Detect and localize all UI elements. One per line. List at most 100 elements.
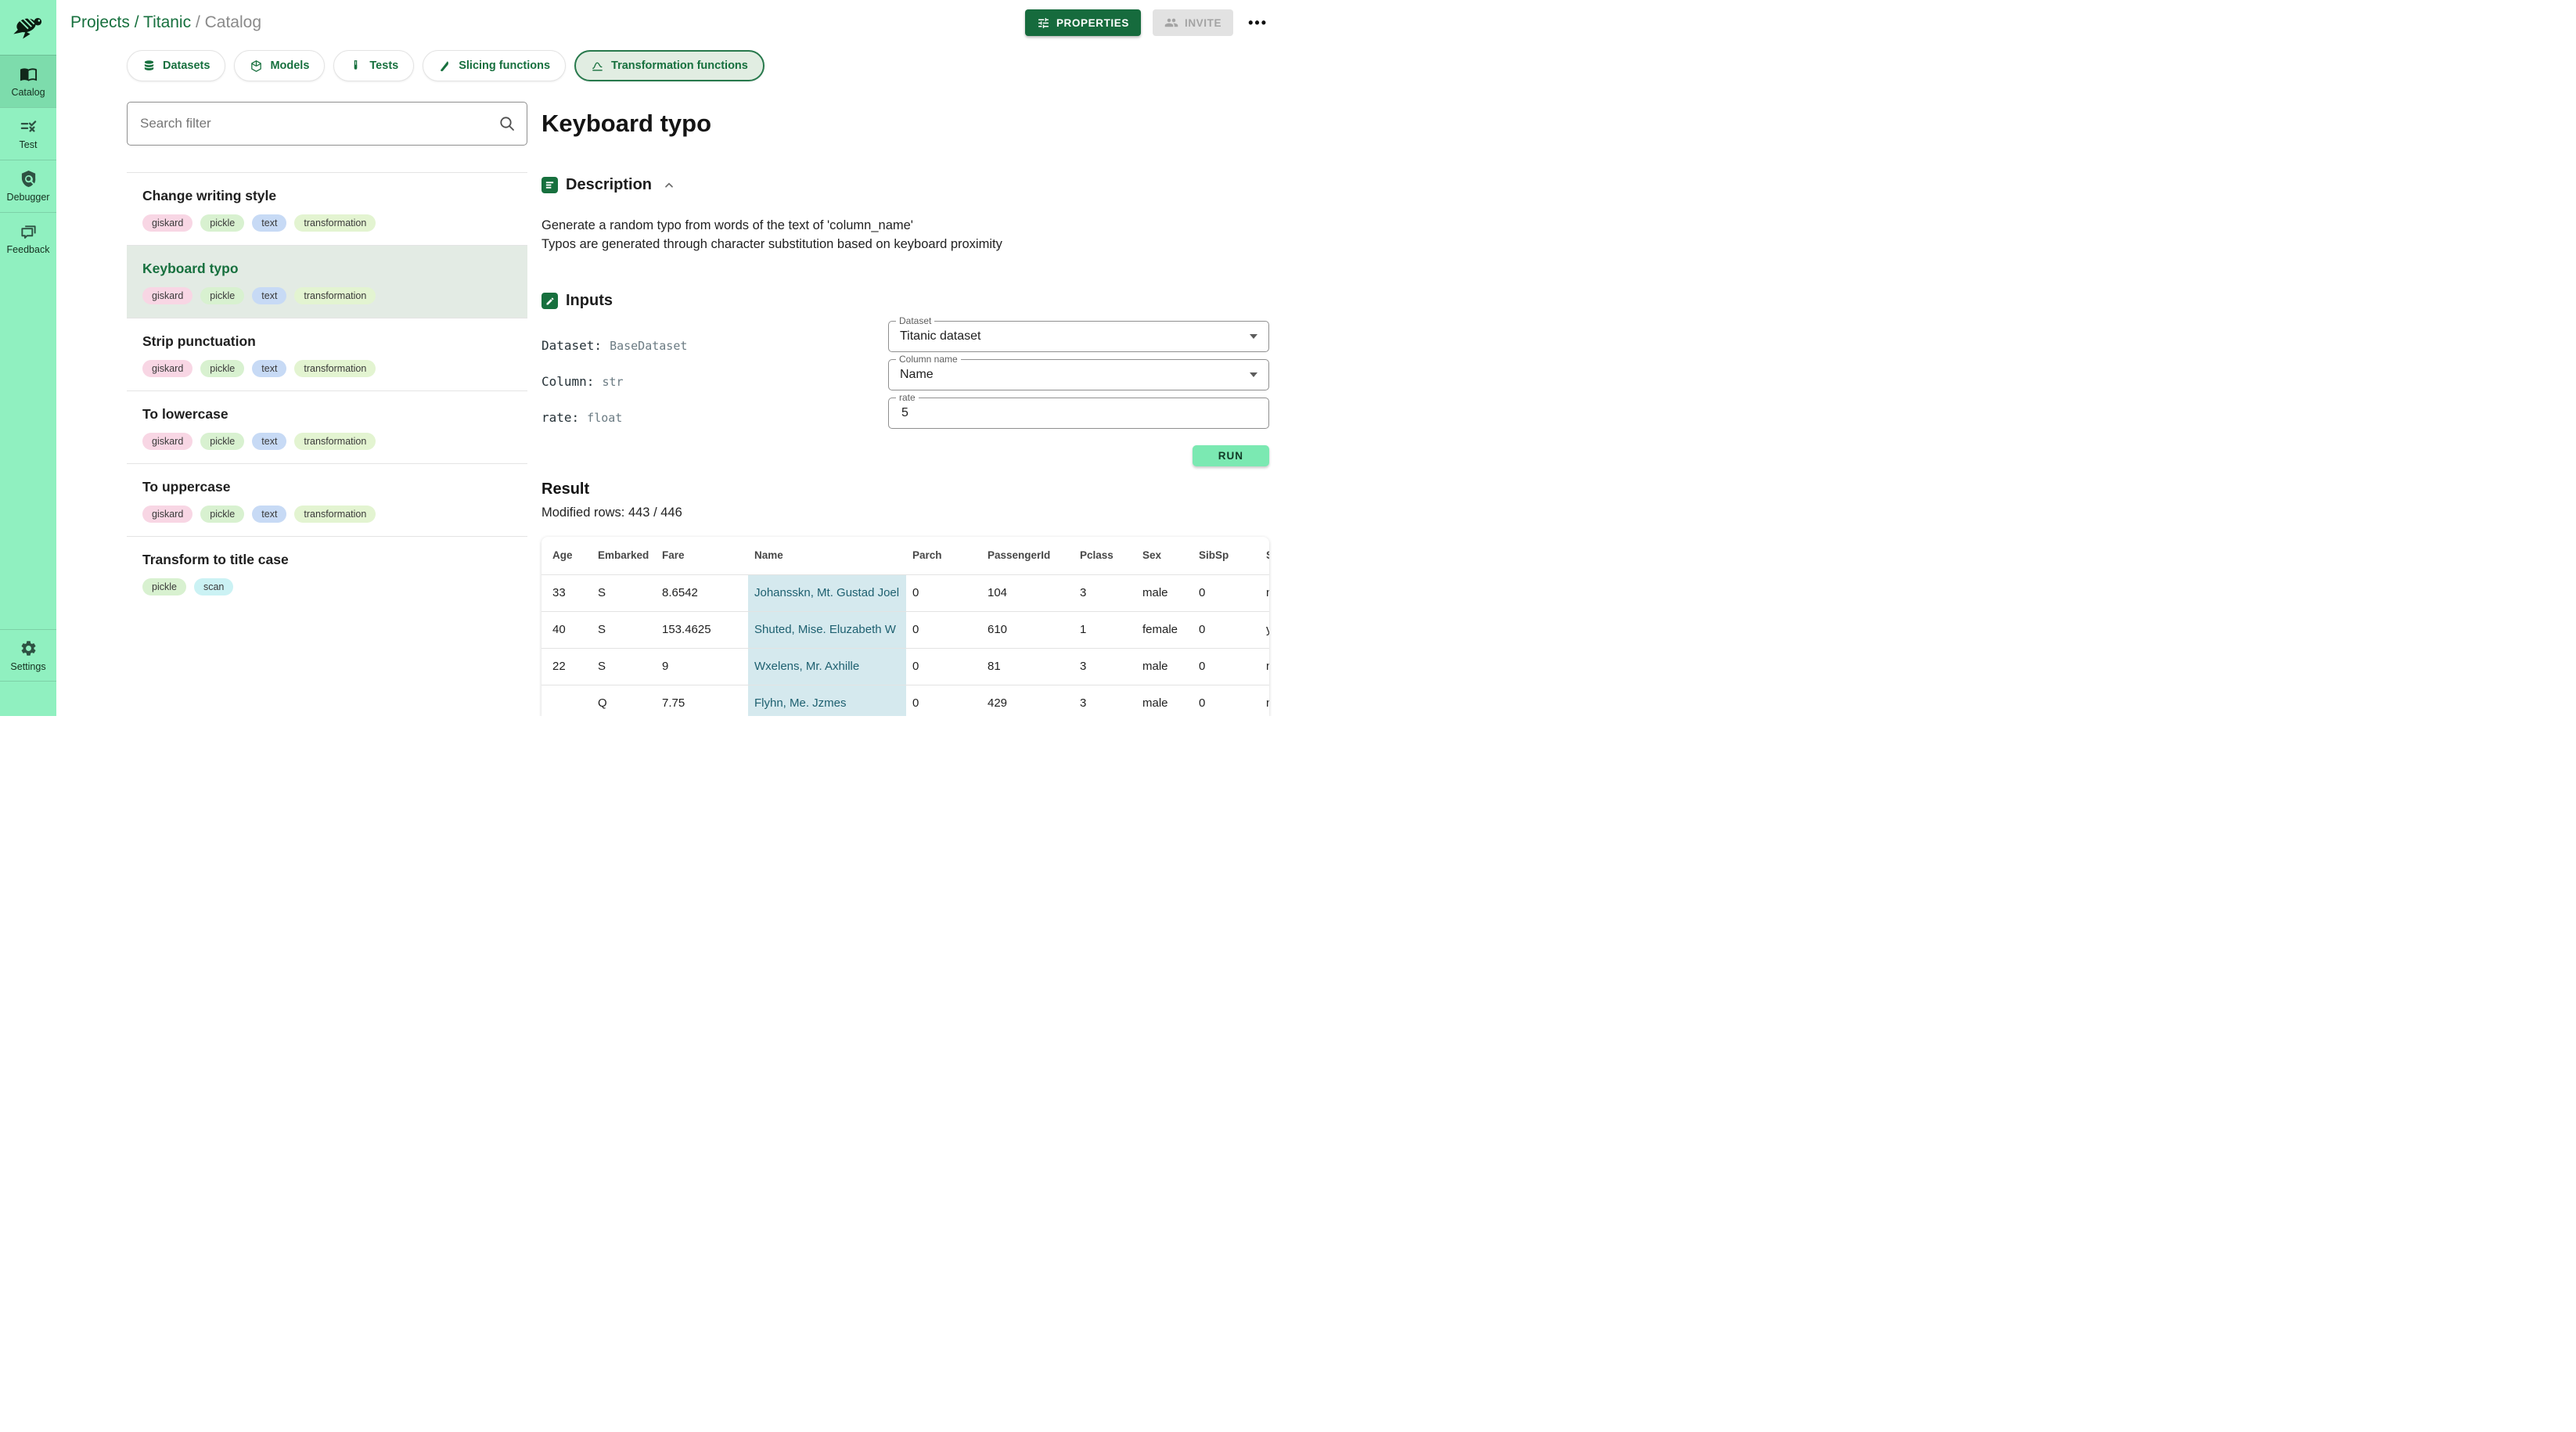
tab-models[interactable]: Models: [234, 50, 325, 81]
list-item-title: To uppercase: [142, 479, 512, 495]
search-input[interactable]: [128, 103, 527, 145]
sidebar-item-settings[interactable]: Settings: [0, 629, 56, 682]
breadcrumb-projects-link[interactable]: Projects: [70, 13, 130, 31]
tab-tests[interactable]: Tests: [333, 50, 414, 81]
tag-pickle: pickle: [200, 287, 244, 304]
table-row[interactable]: 40 S 153.4625 Shuted, Mise. Eluzabeth W …: [541, 611, 1269, 648]
tag-row: giskard pickle text transformation: [142, 433, 512, 450]
dataset-select[interactable]: Dataset Titanic dataset: [888, 321, 1269, 352]
breadcrumb-project-link[interactable]: Titanic: [143, 13, 191, 31]
invite-button[interactable]: INVITE: [1153, 9, 1233, 36]
tag-text: text: [252, 287, 286, 304]
run-row: RUN: [888, 445, 1269, 466]
sidebar: Catalog Test Debugger: [0, 0, 56, 716]
giskard-logo[interactable]: [0, 0, 56, 55]
cell-passengerid: 81: [981, 648, 1074, 685]
cell-sex: male: [1136, 574, 1193, 611]
list-item-change-writing-style[interactable]: Change writing style giskard pickle text…: [127, 172, 527, 245]
list-item-title: Transform to title case: [142, 552, 512, 568]
sidebar-item-debugger[interactable]: Debugger: [0, 160, 56, 212]
cell-sex: female: [1136, 611, 1193, 648]
sidebar-item-label: Test: [20, 139, 38, 150]
column-header: Survived: [1260, 537, 1269, 574]
chevron-up-icon[interactable]: [663, 179, 675, 192]
pencil-icon: [541, 293, 558, 309]
cell-age: 22: [541, 648, 592, 685]
column-header: Sex: [1136, 537, 1193, 574]
tag-pickle: pickle: [200, 433, 244, 450]
sidebar-item-feedback[interactable]: Feedback: [0, 212, 56, 264]
dropdown-arrow-icon: [1250, 372, 1257, 377]
tag-giskard: giskard: [142, 214, 192, 232]
tag-row: giskard pickle text transformation: [142, 287, 512, 304]
run-button[interactable]: RUN: [1193, 445, 1269, 466]
param-name: Column:: [541, 374, 594, 389]
signature-row: Column: str: [541, 374, 888, 389]
param-type: str: [602, 375, 623, 389]
search-icon: [498, 114, 516, 133]
inputs-body: Dataset:BaseDataset Column:str rate:floa…: [541, 321, 1269, 466]
cell-age: [541, 685, 592, 716]
column-name-select[interactable]: Column name Name: [888, 359, 1269, 390]
properties-button[interactable]: PROPERTIES: [1025, 9, 1141, 36]
list-item-strip-punctuation[interactable]: Strip punctuation giskard pickle text tr…: [127, 318, 527, 390]
sidebar-item-label: Settings: [10, 661, 45, 672]
cell-age: 33: [541, 574, 592, 611]
cell-fare: 153.4625: [656, 611, 748, 648]
cell-pclass: 3: [1074, 648, 1136, 685]
sidebar-item-test[interactable]: Test: [0, 107, 56, 160]
knife-icon: [438, 59, 452, 73]
kebab-menu-icon[interactable]: •••: [1245, 15, 1271, 31]
dropdown-arrow-icon: [1250, 334, 1257, 339]
list-item-transform-to-title-case[interactable]: Transform to title case pickle scan: [127, 536, 527, 609]
main-area: Projects / Titanic / Catalog PROPERTIES: [56, 0, 1288, 716]
cell-sibsp: 0: [1193, 685, 1260, 716]
cell-fare: 7.75: [656, 685, 748, 716]
sidebar-item-catalog[interactable]: Catalog: [0, 55, 56, 107]
tag-pickle: pickle: [200, 360, 244, 377]
field-label: Dataset: [896, 315, 934, 326]
tag-transformation: transformation: [294, 287, 376, 304]
tab-datasets[interactable]: Datasets: [127, 50, 225, 81]
cell-age: 40: [541, 611, 592, 648]
table-row[interactable]: 22 S 9 Wxelens, Mr. Axhille 0 81 3 male …: [541, 648, 1269, 685]
tag-text: text: [252, 506, 286, 523]
shield-search-icon: [20, 170, 38, 188]
list-item-title: Strip punctuation: [142, 333, 512, 350]
tab-label: Tests: [369, 59, 398, 72]
signature-row: Dataset:BaseDataset: [541, 338, 888, 353]
cell-survived: no: [1260, 574, 1269, 611]
cell-embarked: S: [592, 574, 656, 611]
breadcrumb-current-page: Catalog: [205, 13, 261, 31]
table-header-row: Age Embarked Fare Name Parch PassengerId…: [541, 537, 1269, 574]
tab-transformation-functions[interactable]: Transformation functions: [574, 50, 765, 81]
cell-passengerid: 104: [981, 574, 1074, 611]
invite-button-label: INVITE: [1185, 17, 1221, 29]
list-item-to-lowercase[interactable]: To lowercase giskard pickle text transfo…: [127, 390, 527, 463]
rate-input[interactable]: [900, 405, 1257, 421]
cell-name-highlighted: Wxelens, Mr. Axhille: [748, 648, 906, 685]
tab-slicing-functions[interactable]: Slicing functions: [423, 50, 566, 81]
cell-parch: 0: [906, 648, 981, 685]
list-item-keyboard-typo[interactable]: Keyboard typo giskard pickle text transf…: [127, 245, 527, 318]
tag-giskard: giskard: [142, 287, 192, 304]
test-tube-icon: [349, 59, 362, 73]
cell-pclass: 3: [1074, 685, 1136, 716]
list-item-to-uppercase[interactable]: To uppercase giskard pickle text transfo…: [127, 463, 527, 536]
app-root: Catalog Test Debugger: [0, 0, 1288, 716]
cell-parch: 0: [906, 685, 981, 716]
dataset-select-value: Titanic dataset: [900, 329, 980, 344]
cell-sex: male: [1136, 648, 1193, 685]
description-section-header: Description: [541, 176, 1269, 194]
cell-name-highlighted: Shuted, Mise. Eluzabeth W: [748, 611, 906, 648]
turtle-logo-icon: [12, 14, 45, 41]
database-icon: [142, 59, 156, 73]
cell-name-highlighted: Johansskn, Mt. Gustad Joel: [748, 574, 906, 611]
cell-passengerid: 429: [981, 685, 1074, 716]
description-heading: Description: [566, 176, 652, 194]
table-row[interactable]: Q 7.75 Flyhn, Me. Jzmes 0 429 3 male 0 n…: [541, 685, 1269, 716]
sidebar-item-label: Feedback: [7, 244, 50, 255]
modified-rows-text: Modified rows: 443 / 446: [541, 506, 1269, 520]
table-row[interactable]: 33 S 8.6542 Johansskn, Mt. Gustad Joel 0…: [541, 574, 1269, 611]
cell-passengerid: 610: [981, 611, 1074, 648]
